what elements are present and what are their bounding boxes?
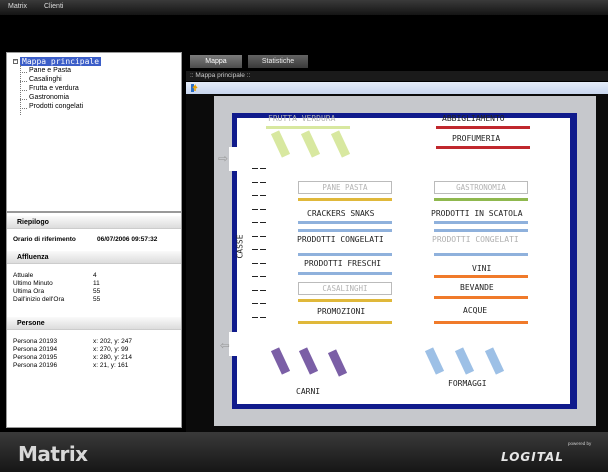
affluenza-row: Ultimo Minuto 11 [13, 280, 100, 287]
checkout-lane [252, 262, 258, 264]
checkout-lane [260, 303, 266, 304]
checkout-lane [252, 316, 258, 318]
acque-label: ACQUE [463, 306, 488, 315]
checkout-lane [260, 249, 266, 250]
checkout-lane [260, 208, 266, 210]
checkout-lane [260, 181, 266, 183]
persona-row: Persona 20193 x: 202, y: 247 [13, 338, 133, 345]
prodotti-congelati-2-label: PRODOTTI CONGELATI [432, 235, 519, 244]
tree-item-frutta-verdura[interactable]: Frutta e verdura [29, 85, 79, 92]
checkout-lane [252, 195, 258, 196]
checkout-lane [260, 168, 266, 169]
tree-item-casalinghi[interactable]: Casalinghi [29, 76, 62, 83]
info-panel: Riepilogo Orario di riferimento 06/07/200… [6, 212, 182, 428]
abbigliamento-label: ABBIGLIAMENTO [442, 114, 505, 123]
header-band [0, 15, 608, 52]
carni-label: CARNI [296, 387, 321, 396]
riepilogo-header: Riepilogo [7, 216, 181, 229]
persona-row: Persona 20195 x: 280, y: 214 [13, 354, 133, 361]
checkout-lane [252, 168, 258, 169]
checkout-lane [260, 262, 266, 264]
frutta-verdura-label: FRUTTA VERDURA [268, 114, 336, 123]
exit-arrow-icon: ⇦ [220, 335, 230, 354]
matrix-logo: Matrix [18, 442, 88, 466]
checkout-lane [252, 235, 258, 237]
gastronomia-label: GASTRONOMIA [434, 181, 528, 194]
prodotti-congelati-label: PRODOTTI CONGELATI [297, 235, 384, 244]
collapse-icon[interactable]: − [13, 59, 18, 64]
tree-root[interactable]: − Mappa principale [13, 57, 102, 66]
checkout-lane [260, 289, 266, 291]
orario-value: 06/07/2006 09:57:32 [97, 236, 158, 243]
persona-row: Persona 20194 x: 270, y: 99 [13, 346, 129, 353]
checkout-lane [260, 222, 266, 223]
tab-statistiche[interactable]: Statistiche [248, 55, 308, 68]
prodotti-scatola-label: PRODOTTI IN SCATOLA [431, 209, 523, 218]
tree-item-pane-pasta[interactable]: Pane e Pasta [29, 67, 71, 74]
orario-row: Orario di riferimento 06/07/2006 09:57:32 [13, 236, 158, 243]
up-arrow-icon[interactable] [190, 83, 200, 93]
menu-item-clienti[interactable]: Clienti [44, 3, 63, 10]
map-toolbar [186, 82, 608, 94]
affluenza-row: Dall'inizio dell'Ora 55 [13, 296, 101, 303]
prodotti-freschi-label: PRODOTTI FRESCHI [304, 259, 382, 268]
tree-item-prodotti-congelati[interactable]: Prodotti congelati [29, 103, 83, 110]
formaggi-label: FORMAGGI [448, 379, 487, 388]
checkout-lane [252, 249, 258, 250]
map-tree: − Mappa principale Pane e Pasta Casalingh… [6, 52, 182, 212]
affluenza-header: Affluenza [7, 251, 181, 264]
vini-label: VINI [472, 264, 492, 273]
tree-root-label: Mappa principale [20, 57, 102, 66]
menu-item-matrix[interactable]: Matrix [8, 3, 27, 10]
promozioni-label: PROMOZIONI [317, 307, 366, 316]
tree-item-gastronomia[interactable]: Gastronomia [29, 94, 69, 101]
checkout-lane [260, 195, 266, 196]
affluenza-row: Ultima Ora 55 [13, 288, 101, 295]
checkout-lane [260, 235, 266, 237]
menu-bar: Matrix Clienti [0, 0, 608, 15]
logital-logo: LOGITAL [501, 450, 564, 464]
breadcrumb: :: Mappa principale :: [186, 71, 608, 81]
tab-mappa[interactable]: Mappa [190, 55, 242, 68]
checkout-lane [252, 276, 258, 277]
checkout-lane [252, 222, 258, 223]
casalinghi-label: CASALINGHI [298, 282, 392, 295]
persona-row: Persona 20196 x: 21, y: 161 [13, 362, 129, 369]
checkout-lane [260, 276, 266, 277]
casse-label: CASSE [235, 234, 245, 259]
entrance-arrow-icon: ⇨ [218, 148, 228, 167]
checkout-lane [252, 181, 258, 183]
bevande-label: BEVANDE [460, 283, 494, 292]
powered-by-text: powered by [568, 441, 592, 446]
checkout-lane [260, 316, 266, 318]
crackers-label: CRACKERS SNAKS [307, 209, 375, 218]
profumeria-label: PROFUMERIA [452, 134, 501, 143]
checkout-lane [252, 303, 258, 304]
affluenza-row: Attuale 4 [13, 272, 97, 279]
checkout-lane [252, 208, 258, 210]
persone-header: Persone [7, 317, 181, 330]
pane-pasta-label: PANE PASTA [298, 181, 392, 194]
checkout-lane [252, 289, 258, 291]
